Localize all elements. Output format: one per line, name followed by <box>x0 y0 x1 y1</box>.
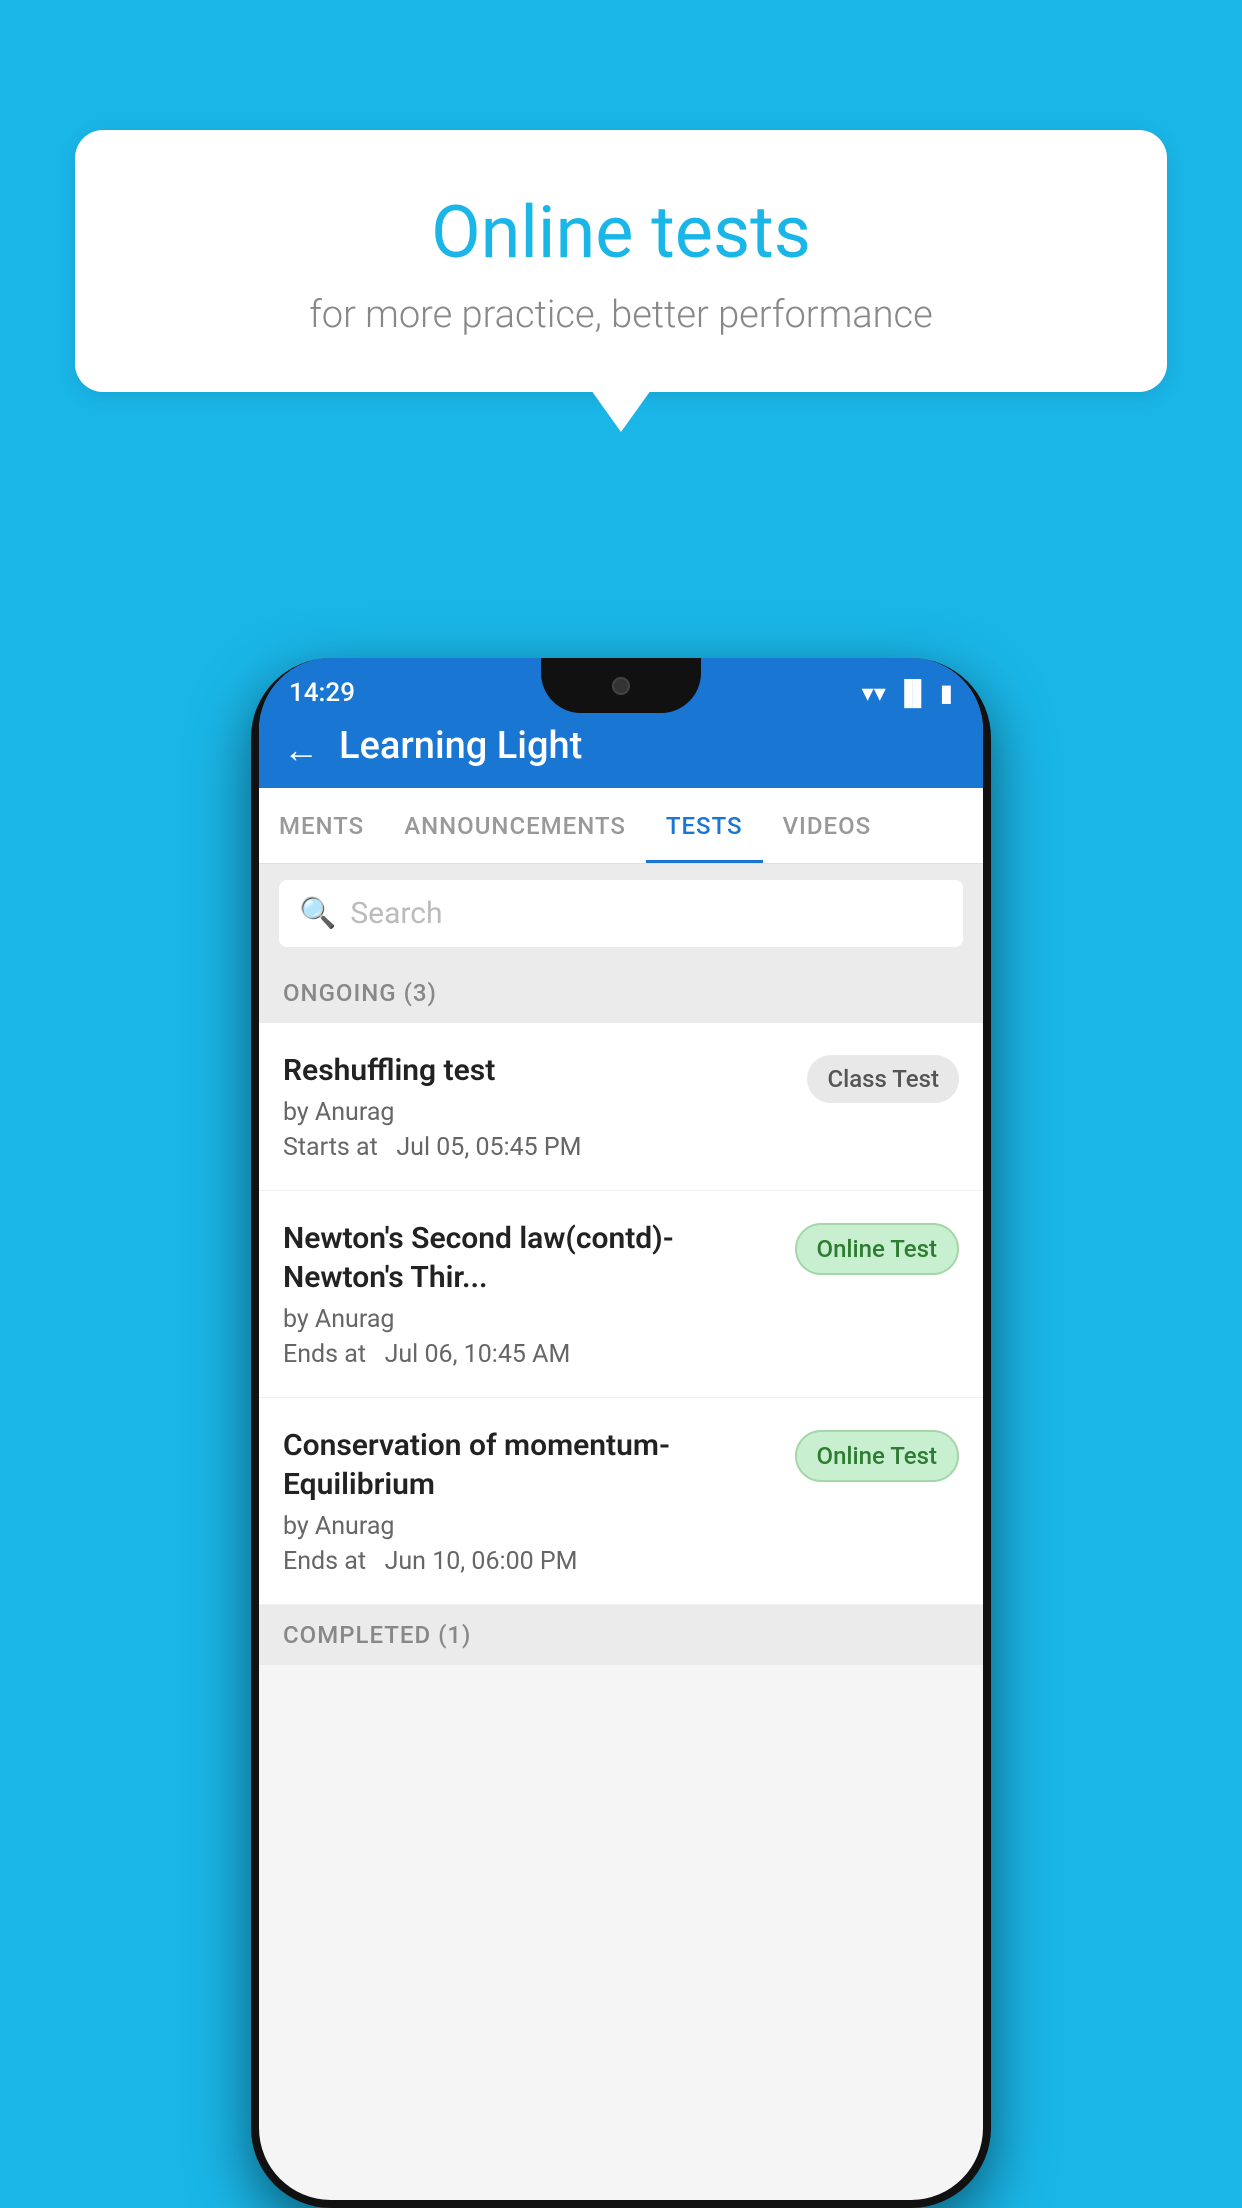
test-time: Starts at Jul 05, 05:45 PM <box>283 1133 791 1162</box>
signal-icon: ▐▌ <box>896 679 930 708</box>
time-label: Starts at <box>283 1133 378 1162</box>
tab-ments[interactable]: MENTS <box>259 788 384 863</box>
completed-section-header: COMPLETED (1) <box>259 1605 983 1665</box>
search-container: 🔍 Search <box>259 864 983 963</box>
phone-screen: 14:29 ▾▾ ▐▌ ▮ ← Learning Light MENTS ANN… <box>259 658 983 2200</box>
test-list: Reshuffling test by Anurag Starts at Jul… <box>259 1023 983 1605</box>
test-name: Conservation of momentum-Equilibrium <box>283 1426 779 1504</box>
phone-container: 14:29 ▾▾ ▐▌ ▮ ← Learning Light MENTS ANN… <box>251 658 991 2208</box>
test-author: by Anurag <box>283 1305 779 1334</box>
phone-outer: 14:29 ▾▾ ▐▌ ▮ ← Learning Light MENTS ANN… <box>251 658 991 2208</box>
search-bar[interactable]: 🔍 Search <box>279 880 963 947</box>
ongoing-section-header: ONGOING (3) <box>259 963 983 1023</box>
test-author: by Anurag <box>283 1512 779 1541</box>
test-badge-online-2: Online Test <box>795 1430 959 1482</box>
test-badge-class: Class Test <box>807 1055 959 1103</box>
test-info: Reshuffling test by Anurag Starts at Jul… <box>283 1051 791 1162</box>
app-title: Learning Light <box>339 724 582 768</box>
test-time: Ends at Jul 06, 10:45 AM <box>283 1340 779 1369</box>
completed-label: COMPLETED (1) <box>283 1621 471 1649</box>
tab-tests[interactable]: TESTS <box>646 788 763 863</box>
speech-bubble: Online tests for more practice, better p… <box>75 130 1167 392</box>
tab-videos[interactable]: VIDEOS <box>763 788 892 863</box>
bubble-title: Online tests <box>135 190 1107 275</box>
ongoing-label: ONGOING (3) <box>283 979 437 1007</box>
phone-notch <box>541 658 701 713</box>
time-label: Ends at <box>283 1340 366 1369</box>
battery-icon: ▮ <box>940 679 953 707</box>
test-author: by Anurag <box>283 1098 791 1127</box>
time-value: Jun 10, 06:00 PM <box>385 1547 578 1576</box>
bubble-subtitle: for more practice, better performance <box>135 293 1107 337</box>
screen-content: 14:29 ▾▾ ▐▌ ▮ ← Learning Light MENTS ANN… <box>259 658 983 2200</box>
search-input[interactable]: Search <box>350 896 442 931</box>
test-info: Newton's Second law(contd)-Newton's Thir… <box>283 1219 779 1369</box>
front-camera <box>612 677 630 695</box>
test-item[interactable]: Newton's Second law(contd)-Newton's Thir… <box>259 1191 983 1398</box>
test-name: Reshuffling test <box>283 1051 791 1090</box>
tab-announcements[interactable]: ANNOUNCEMENTS <box>384 788 646 863</box>
tabs-container: MENTS ANNOUNCEMENTS TESTS VIDEOS <box>259 788 983 864</box>
test-time: Ends at Jun 10, 06:00 PM <box>283 1547 779 1576</box>
test-name: Newton's Second law(contd)-Newton's Thir… <box>283 1219 779 1297</box>
time-value: Jul 06, 10:45 AM <box>385 1340 571 1369</box>
test-item[interactable]: Conservation of momentum-Equilibrium by … <box>259 1398 983 1605</box>
test-item[interactable]: Reshuffling test by Anurag Starts at Jul… <box>259 1023 983 1191</box>
test-info: Conservation of momentum-Equilibrium by … <box>283 1426 779 1576</box>
time-value: Jul 05, 05:45 PM <box>396 1133 581 1162</box>
status-time: 14:29 <box>289 678 355 708</box>
status-icons: ▾▾ ▐▌ ▮ <box>862 679 953 708</box>
speech-bubble-container: Online tests for more practice, better p… <box>75 130 1167 392</box>
back-button[interactable]: ← <box>283 732 319 768</box>
wifi-icon: ▾▾ <box>862 679 886 707</box>
time-label: Ends at <box>283 1547 366 1576</box>
search-icon: 🔍 <box>299 896 336 931</box>
test-badge-online: Online Test <box>795 1223 959 1275</box>
